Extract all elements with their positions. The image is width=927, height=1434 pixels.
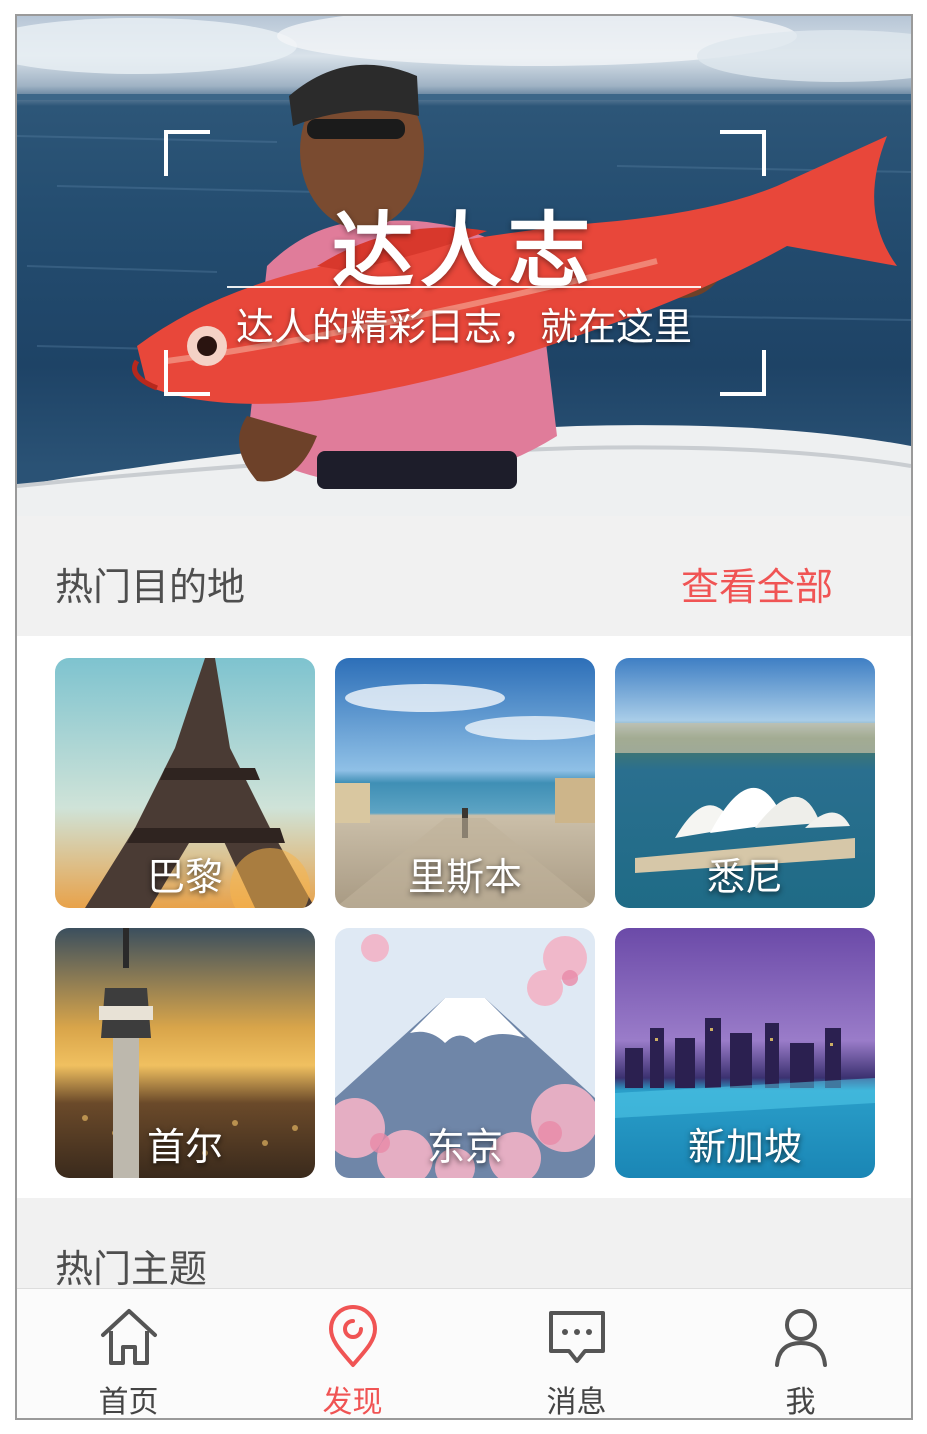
tab-messages[interactable]: 消息 <box>465 1289 688 1420</box>
message-icon <box>549 1311 605 1363</box>
tab-home[interactable]: 首页 <box>17 1289 240 1420</box>
location-pin-icon <box>329 1305 377 1367</box>
user-icon <box>775 1309 827 1367</box>
destination-tile-tokyo[interactable]: 东京 <box>335 928 595 1178</box>
hot-destinations-title: 热门目的地 <box>55 565 246 609</box>
tab-label: 消息 <box>546 1385 607 1420</box>
frame-corner-bottom-left <box>164 350 210 396</box>
destination-name: 悉尼 <box>706 855 783 899</box>
destination-name: 首尔 <box>146 1125 223 1169</box>
tab-me[interactable]: 我 <box>689 1289 911 1420</box>
banner[interactable]: 达人志 达人的精彩日志，就在这里 <box>17 16 911 516</box>
destination-tile-singapore[interactable]: 新加坡 <box>615 928 875 1178</box>
hot-topics-title: 热门主题 <box>55 1247 208 1291</box>
tab-label: 我 <box>785 1385 816 1420</box>
destination-name: 新加坡 <box>687 1125 802 1169</box>
destination-name: 巴黎 <box>146 855 223 899</box>
hot-topics-header: 热门主题 <box>17 1198 911 1291</box>
tab-label: 发现 <box>322 1385 383 1420</box>
destination-grid: 巴黎 里斯本 悉尼 首尔 东京 新加坡 <box>17 636 911 1198</box>
frame-corner-top-right <box>720 130 766 176</box>
banner-subtitle: 达人的精彩日志，就在这里 <box>235 305 692 349</box>
destination-tile-sydney[interactable]: 悉尼 <box>615 658 875 908</box>
tab-discover[interactable]: 发现 <box>241 1289 464 1420</box>
destination-tile-paris[interactable]: 巴黎 <box>55 658 315 908</box>
banner-divider <box>227 286 701 288</box>
bottom-tab-bar: 首页 发现 消息 我 <box>17 1288 911 1420</box>
tab-label: 首页 <box>98 1385 159 1420</box>
app-screen: 达人志 达人的精彩日志，就在这里 热门目的地 查看全部 巴黎 里斯本 悉尼 首尔… <box>15 14 913 1420</box>
destination-tile-seoul[interactable]: 首尔 <box>55 928 315 1178</box>
hot-destinations-header: 热门目的地 查看全部 <box>17 516 911 636</box>
home-icon <box>101 1309 157 1365</box>
see-all-link[interactable]: 查看全部 <box>681 556 833 611</box>
frame-corner-bottom-right <box>720 350 766 396</box>
frame-corner-top-left <box>164 130 210 176</box>
destination-tile-lisbon[interactable]: 里斯本 <box>335 658 595 908</box>
destination-name: 里斯本 <box>407 855 522 899</box>
destination-name: 东京 <box>426 1125 503 1169</box>
